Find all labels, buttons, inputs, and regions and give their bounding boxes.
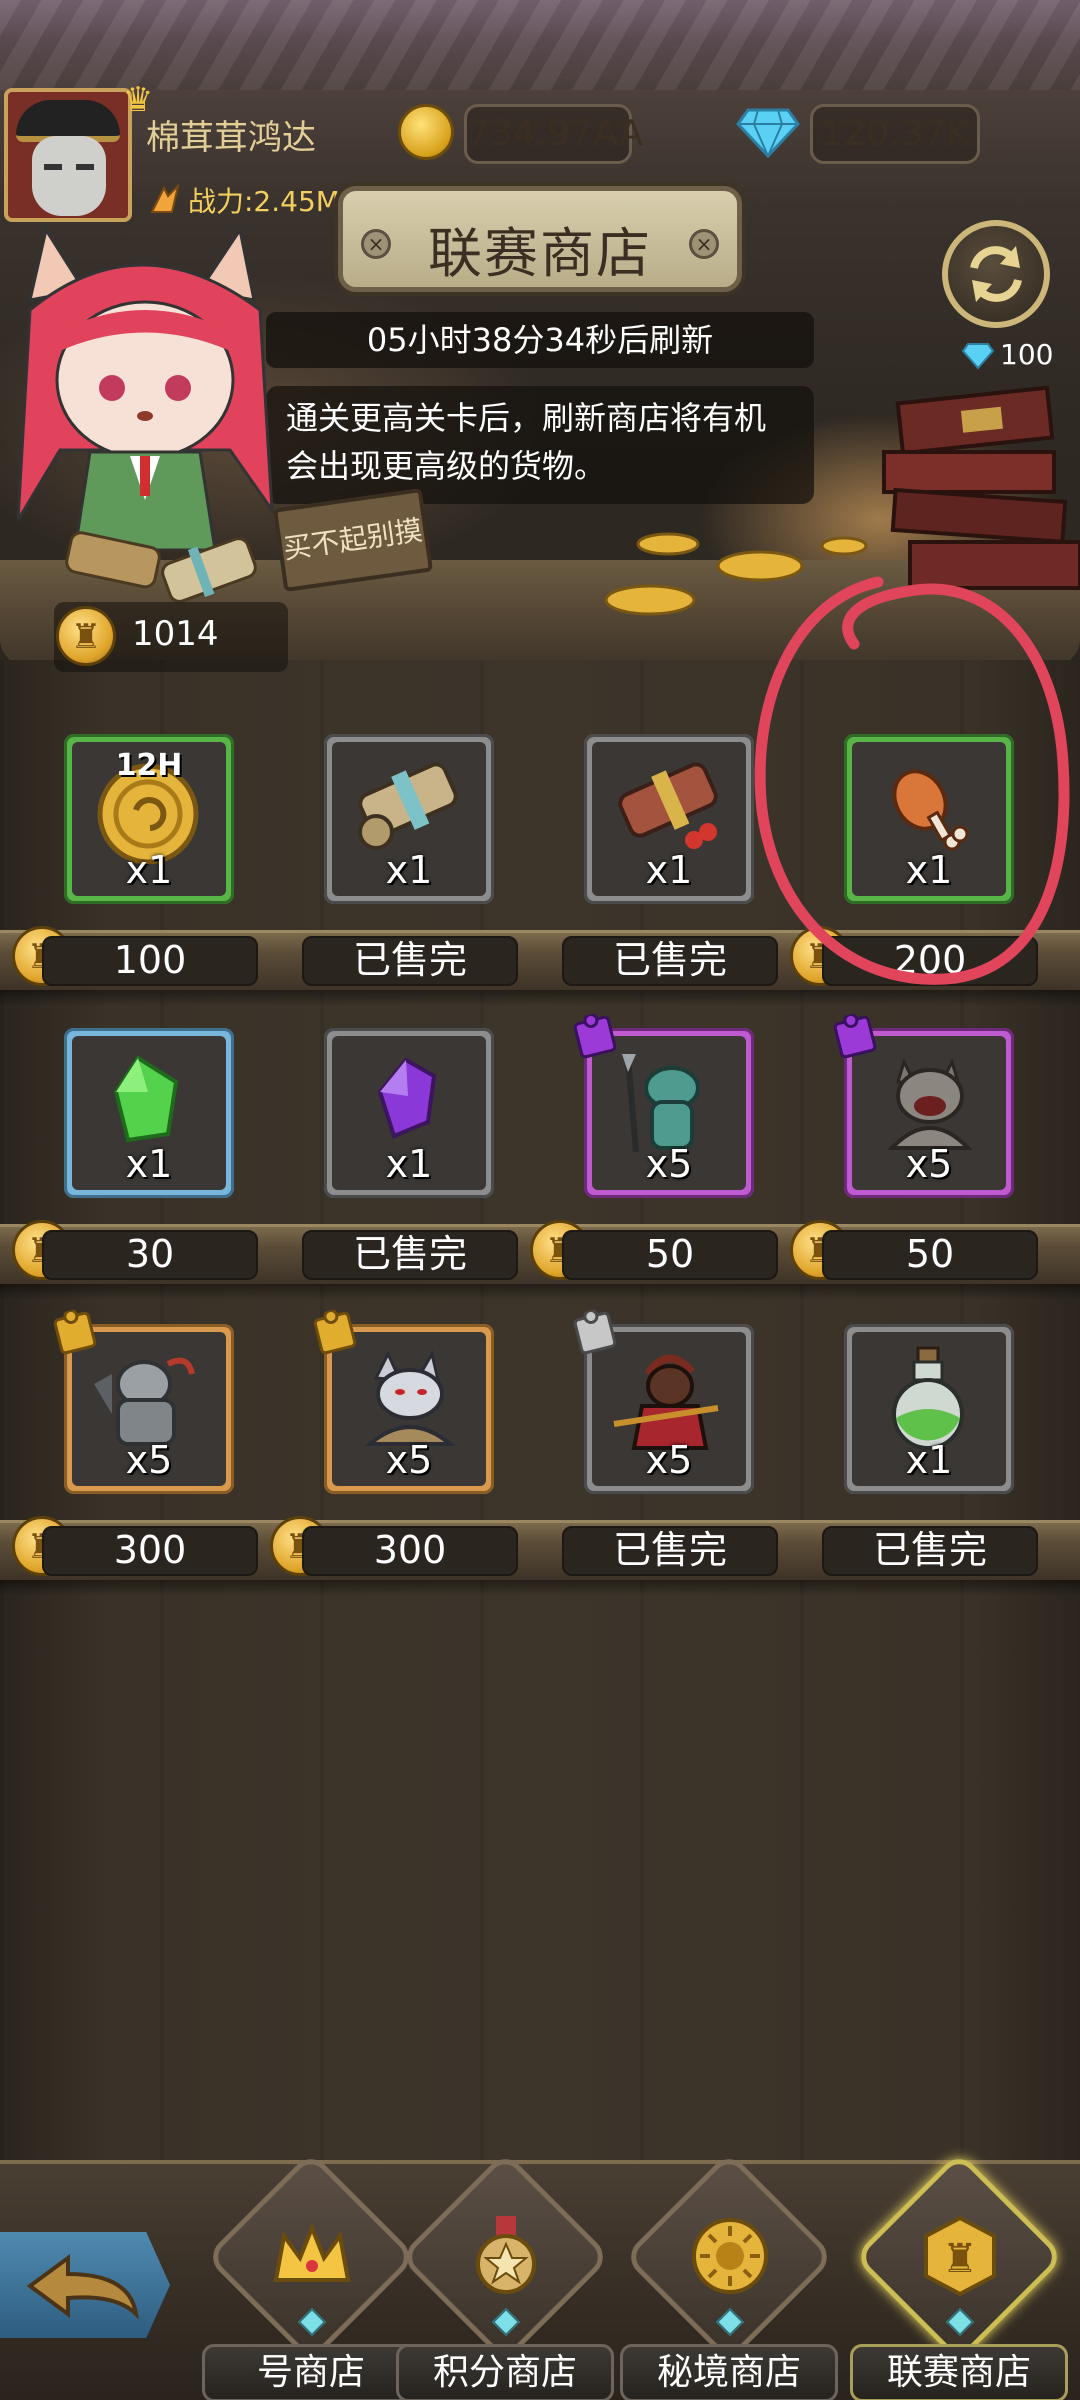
- player-avatar[interactable]: [4, 88, 132, 222]
- price-label: 50: [562, 1230, 778, 1280]
- shop-item-werewolf-shard[interactable]: x5: [833, 1013, 1014, 1198]
- shop-item-gold-coin-12h[interactable]: 12H x1: [64, 734, 234, 904]
- shop-item-purple-gem[interactable]: x1: [324, 1028, 494, 1198]
- shop-title: 联赛商店: [428, 222, 652, 285]
- shop-item-monkey-shard[interactable]: x5: [573, 1309, 754, 1494]
- shopkeeper-character: [16, 226, 274, 550]
- star-medal-icon: [476, 2216, 536, 2294]
- tab-secret-realm-shop[interactable]: 秘境商店: [614, 2150, 844, 2400]
- league-coin-icon: ♜: [924, 2215, 996, 2297]
- refresh-icon: [970, 246, 1022, 302]
- annotation-circle: [754, 576, 1070, 985]
- gold-amount[interactable]: 734.97AA: [464, 104, 643, 164]
- back-button[interactable]: [0, 2232, 170, 2338]
- price-label: 50: [822, 1230, 1038, 1280]
- price-label: 300: [42, 1526, 258, 1576]
- sold-out-label: 已售完: [302, 1230, 518, 1280]
- price-label: 300: [302, 1526, 518, 1576]
- diamond-icon: [736, 108, 800, 158]
- tab-league-shop[interactable]: ♜ 联赛商店: [844, 2150, 1074, 2400]
- refresh-cost: 100: [1000, 338, 1054, 371]
- shop-item-lizard-shard[interactable]: x5: [573, 1013, 754, 1198]
- sun-coin-icon: [692, 2218, 768, 2294]
- top-ornament: [0, 0, 1080, 90]
- shop-tip: 通关更高关卡后，刷新商店将有机会出现更高级的货物。: [266, 386, 814, 504]
- bolt-icon: ×: [689, 229, 719, 259]
- league-coin-balance: 1014: [54, 602, 288, 672]
- league-coin-icon: [56, 606, 116, 666]
- shop-item-white-wolf-shard[interactable]: x5: [313, 1309, 494, 1494]
- back-arrow-icon: [26, 2254, 139, 2320]
- player-name: 棉茸茸鸿达: [146, 118, 316, 158]
- tab-points-shop[interactable]: 积分商店: [390, 2150, 620, 2400]
- gold-coin-icon: [398, 104, 454, 160]
- sold-out-label: 已售完: [302, 936, 518, 986]
- gem-amount[interactable]: 120.37K: [810, 104, 980, 164]
- shop-item-green-potion[interactable]: x1: [844, 1324, 1014, 1494]
- shop-item-scroll-red[interactable]: x1: [584, 734, 754, 904]
- scrolls-decoration: [65, 531, 257, 603]
- crown-icon: [273, 2222, 351, 2282]
- shop-item-armored-beast-shard[interactable]: x5: [53, 1309, 234, 1494]
- shop-item-scroll-blue[interactable]: x1: [324, 734, 494, 904]
- sold-out-label: 已售完: [562, 1526, 778, 1576]
- refresh-button[interactable]: [942, 220, 1050, 328]
- power-icon: [150, 184, 180, 213]
- refresh-timer: 05小时38分34秒后刷新: [266, 312, 814, 368]
- shop-item-green-gem[interactable]: x1: [64, 1028, 234, 1198]
- shop-title-board: × 联赛商店 ×: [338, 186, 742, 292]
- sold-out-label: 已售完: [822, 1526, 1038, 1576]
- price-label: 100: [42, 936, 258, 986]
- price-label: 30: [42, 1230, 258, 1280]
- svg-text:♜: ♜: [942, 2236, 978, 2282]
- combat-power: 战力:2.45M: [188, 185, 340, 218]
- diamond-icon: [962, 343, 994, 370]
